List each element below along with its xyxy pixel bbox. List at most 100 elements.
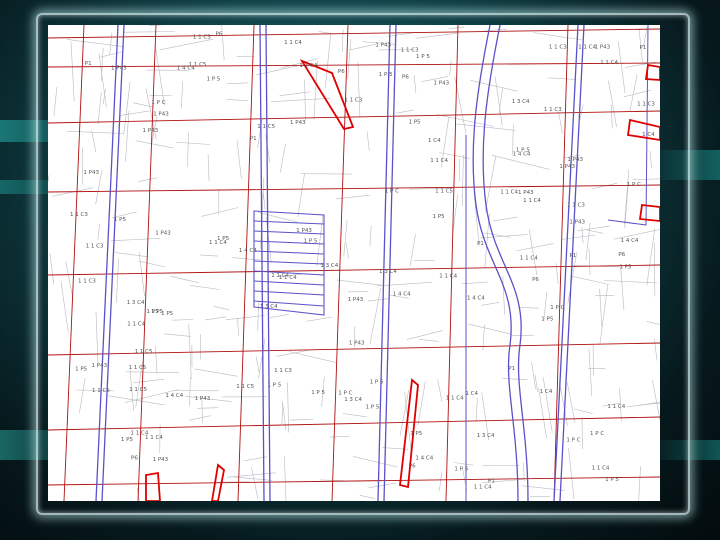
parcel-boundary — [347, 38, 352, 80]
parcel-boundary — [91, 130, 97, 153]
parcel-label: 1 P5 — [409, 120, 422, 126]
parcel-boundary — [205, 316, 227, 321]
parcel-label: 1 1 C3 — [274, 368, 292, 374]
parcel-boundary — [649, 150, 652, 169]
parcel-boundary — [306, 316, 333, 322]
parcel-boundary — [396, 109, 414, 114]
parcel-label: 1 P43 — [296, 228, 312, 234]
parcel-boundary — [353, 456, 398, 468]
parcel-label: 1 P43 — [595, 44, 611, 50]
parcel-label: P6 — [618, 252, 625, 258]
parcel-label: 1 P5 — [75, 367, 88, 373]
parcel-label: 1 1 C3 — [78, 278, 96, 284]
parcel-boundary — [558, 111, 563, 134]
parcel-boundary — [190, 285, 220, 290]
parcel-label: 1 1 C4 — [284, 40, 302, 46]
parcel-boundary — [297, 173, 305, 218]
parcel-label: 1 P5 — [217, 236, 230, 242]
parcel-label: 1 P43 — [569, 219, 585, 225]
parcel-label: P1 — [570, 253, 577, 259]
parcel-boundary — [494, 76, 503, 126]
parcel-label: 1 P C — [338, 390, 352, 396]
parcel-boundary — [376, 282, 432, 287]
parcel-boundary — [133, 378, 165, 384]
parcel-label: 1 1 C4 — [474, 485, 492, 491]
parcel-label: 1 P C — [385, 189, 399, 195]
parcel-boundary — [67, 130, 124, 134]
parcel-boundary — [65, 261, 73, 296]
parcel-boundary — [79, 377, 86, 414]
parcel-boundary — [237, 317, 239, 336]
parcel-label: 1 1 C5 — [435, 188, 453, 194]
parcel-label: 1 P43 — [434, 80, 450, 86]
cadastral-map[interactable]: 1 1 C4 1 3 C4 1 4 C4 1 1 C3 1 C4 1 P43 1 1 C4 1… — [48, 25, 660, 501]
parcel-label: 1 P43 — [195, 396, 211, 402]
parcel-label: 1 P43 — [375, 42, 391, 48]
parcel-label: 1 P 5 — [454, 466, 468, 472]
parcel-boundary — [366, 131, 370, 151]
parcel-boundary — [95, 311, 99, 365]
parcel-label: 1 1 C4 — [520, 256, 538, 262]
parcel-boundary — [413, 75, 417, 94]
parcel-label: 1 P C — [566, 438, 580, 444]
parcel-boundary — [97, 224, 100, 240]
parcel-boundary — [304, 79, 306, 121]
parcel-label: 1 3 C4 — [379, 269, 397, 275]
parcel-boundary — [369, 288, 381, 345]
parcel-label: 1 3 C4 — [344, 397, 362, 403]
parcel-label: 1 1 C4 — [439, 274, 457, 280]
parcel-boundary — [188, 415, 211, 421]
parcel-label: 1 4 C4 — [239, 248, 257, 254]
parcel-label: 1 1 C4 — [271, 273, 289, 279]
parcel-label: 1 P43 — [349, 340, 365, 346]
parcel-boundary — [517, 307, 539, 309]
parcel-label: 1 P43 — [153, 457, 169, 463]
parcel-boundary — [599, 288, 603, 327]
parcel-label: 1 P43 — [83, 170, 99, 176]
parcel-label: 1 P5 — [433, 214, 446, 220]
parcel-boundary — [419, 339, 440, 342]
parcel-label: 1 1 C3 — [544, 107, 562, 113]
parcel-boundary — [481, 302, 500, 306]
parcel-boundary — [227, 82, 248, 85]
parcel-label: P1 — [488, 478, 495, 484]
parcel-boundary — [538, 388, 547, 439]
parcel-label: P1 — [85, 61, 92, 67]
parcel-boundary — [608, 80, 617, 128]
parcel-boundary — [566, 382, 576, 423]
parcel-boundary — [189, 377, 191, 406]
parcel-label: 1 P 5 — [370, 380, 384, 386]
parcel-boundary — [369, 225, 372, 247]
parcel-label: 1 1 C5 — [92, 388, 110, 394]
parcel-boundary — [468, 323, 513, 335]
parcel-boundary — [522, 485, 565, 491]
parcel-boundary — [279, 91, 311, 97]
parcel-label: P1 — [250, 136, 257, 142]
parcel-label: 1 3 C4 — [260, 304, 278, 310]
parcel-label: 1 P 5 — [267, 382, 281, 388]
parcel-boundary — [492, 216, 518, 222]
parcel-label: 1 3 C4 — [127, 300, 145, 306]
parcel-boundary — [577, 225, 610, 232]
parcel-label: P1 — [508, 366, 515, 372]
parcel-label: 1 4 C4 — [621, 238, 639, 244]
parcel-label: 1 1 C4 — [500, 190, 518, 196]
parcel-boundary — [271, 98, 331, 102]
parcel-boundary — [114, 252, 149, 258]
parcel-boundary — [534, 375, 538, 392]
parcel-boundary — [325, 34, 331, 88]
parcel-boundary — [357, 62, 361, 117]
parcel-label: 1 P 5 — [379, 72, 393, 78]
parcel-boundary — [221, 25, 225, 61]
parcel-label: 1 P5 — [541, 316, 554, 322]
parcel-label: 1 P 5 — [207, 77, 221, 83]
parcel-boundary — [341, 29, 344, 53]
parcel-label: 1 1 C4 — [578, 45, 596, 51]
cadastral-map-drawing[interactable]: 1 1 C41 3 C41 4 C41 1 C31 C41 P431 1 C41… — [48, 25, 660, 501]
parcel-boundary — [269, 314, 289, 318]
parcel-label: 1 1 C5 — [189, 62, 207, 68]
parcel-boundary — [48, 175, 50, 183]
parcel-label: 1 1 C4 — [607, 404, 625, 410]
parcel-label: 1 1 C5 — [129, 365, 147, 371]
parcel-boundary — [439, 471, 443, 491]
